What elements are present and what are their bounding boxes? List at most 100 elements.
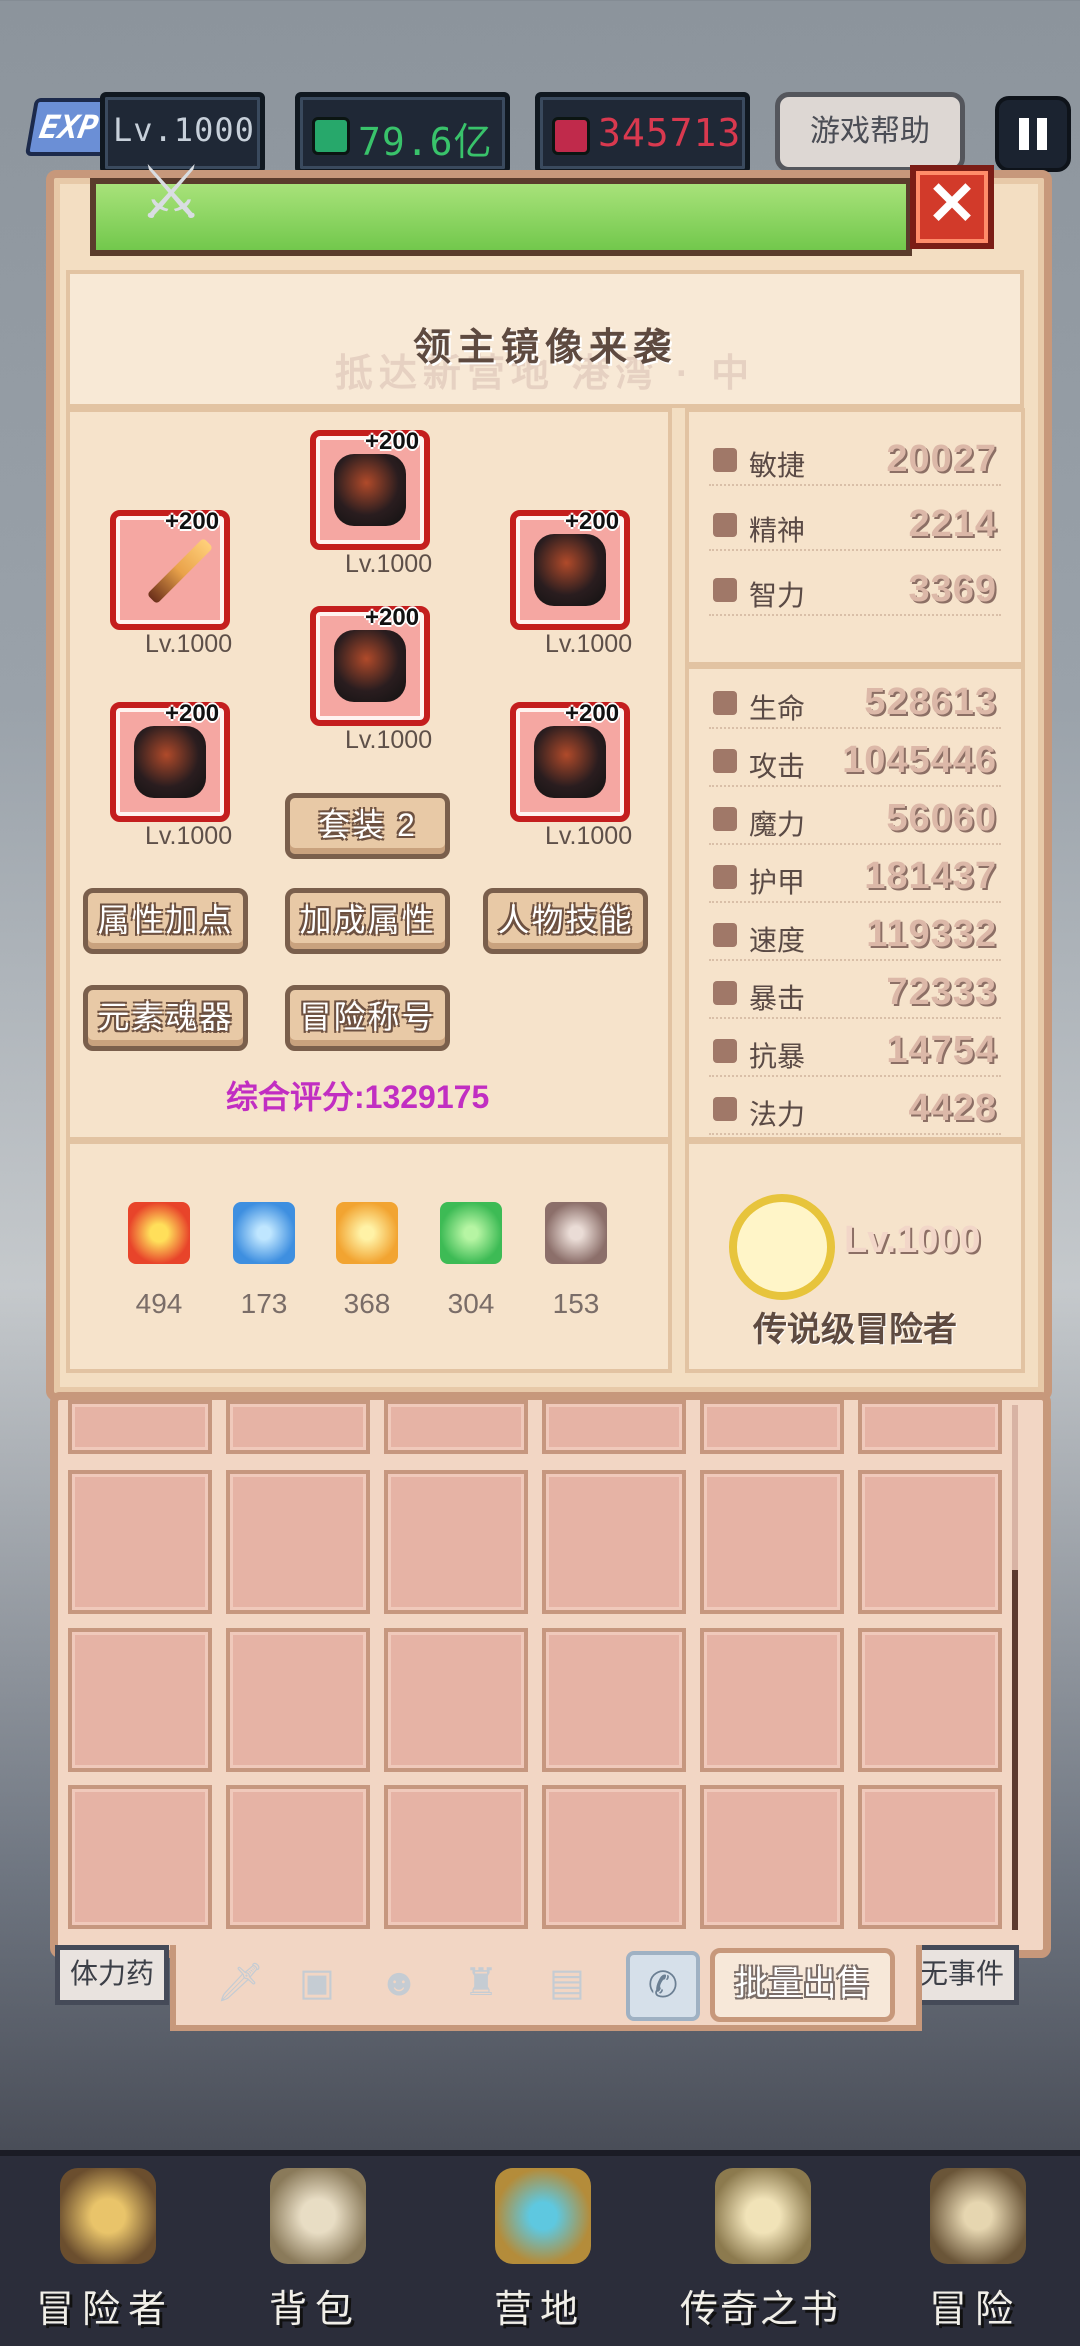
inventory-slot[interactable] [68, 1400, 212, 1454]
inventory-slot[interactable] [68, 1628, 212, 1772]
stamina-potion-label[interactable]: 体力药 [55, 1945, 170, 2005]
inventory-slot[interactable] [542, 1785, 686, 1929]
misc-filter-icon[interactable]: ✆ [626, 1951, 700, 2021]
stat-row-armor: 护甲 181437 [709, 855, 1001, 903]
inventory-slot[interactable] [858, 1785, 1002, 1929]
wind-icon [440, 1202, 502, 1264]
crit-icon [713, 981, 737, 1005]
inventory-scrollbar-thumb[interactable] [1012, 1570, 1018, 1930]
character-skills-button[interactable]: 人物技能 [483, 888, 648, 954]
legend-book-icon [715, 2168, 811, 2264]
stat-value: 528613 [864, 681, 997, 723]
nav-legend-book[interactable]: 传奇之书 [660, 2160, 860, 2340]
stat-row-spirit: 精神 2214 [709, 503, 1001, 551]
gloves-icon [134, 726, 206, 798]
inventory-slot[interactable] [226, 1785, 370, 1929]
stat-value: 1045446 [842, 739, 997, 781]
inventory-slot[interactable] [542, 1628, 686, 1772]
stat-name: 攻击 [749, 751, 806, 782]
adventurer-icon [60, 2168, 156, 2264]
nav-camp[interactable]: 营地 [440, 2160, 640, 2340]
legend-medal-icon [729, 1194, 835, 1300]
stat-row-crit: 暴击 72333 [709, 971, 1001, 1019]
overall-score: 综合评分:1329175 [226, 1079, 490, 1115]
element-soul-button[interactable]: 元素魂器 [83, 985, 248, 1051]
green-gem-icon [312, 117, 350, 155]
helmet-icon [334, 454, 406, 526]
inventory-slot[interactable] [226, 1470, 370, 1614]
close-button[interactable]: ✕ [910, 165, 994, 249]
helmet-plus: +200 [365, 428, 420, 455]
adventure-title-button[interactable]: 冒险称号 [285, 985, 450, 1051]
stat-row-intellect: 智力 3369 [709, 568, 1001, 616]
water-value: 173 [240, 1288, 288, 1319]
stat-name: 速度 [749, 925, 806, 956]
no-event-label[interactable]: 无事件 [905, 1945, 1020, 2005]
gloves-filter-icon[interactable]: ♜ [458, 1963, 504, 2003]
dialog-title: 领主镜像来袭 [412, 327, 677, 369]
inventory-slot[interactable] [858, 1400, 1002, 1454]
weapon-filter-icon[interactable]: 🗡 [216, 1963, 264, 2003]
shield-icon [713, 865, 737, 889]
armor-icon [334, 630, 406, 702]
nav-camp-label: 营地 [493, 2289, 586, 2331]
inventory-slot[interactable] [700, 1400, 844, 1454]
armor-plus: +200 [365, 604, 420, 631]
nav-backpack[interactable]: 背包 [215, 2160, 415, 2340]
helmet-filter-icon[interactable]: ☻ [376, 1963, 422, 2003]
stat-value: 14754 [886, 1029, 997, 1071]
rank-level: Lv.1000 [844, 1219, 981, 1261]
gloves-level: Lv.1000 [145, 822, 233, 850]
nav-adventure[interactable]: 冒险 [875, 2160, 1075, 2340]
inventory-slot[interactable] [542, 1470, 686, 1614]
stat-row-crit-resist: 抗暴 14754 [709, 1029, 1001, 1077]
inventory-slot[interactable] [700, 1785, 844, 1929]
gloves-plus: +200 [165, 700, 220, 727]
inventory-slot[interactable] [700, 1628, 844, 1772]
inventory-slot[interactable] [384, 1628, 528, 1772]
stat-value: 4428 [908, 1087, 997, 1129]
nav-adventurer[interactable]: 冒险者 [5, 2160, 205, 2340]
gold-display: 79.6亿 [295, 92, 510, 174]
stat-name: 生命 [749, 693, 806, 724]
inventory-slot[interactable] [700, 1470, 844, 1614]
sword-icon [146, 537, 214, 605]
armor-filter-icon[interactable]: ▣ [294, 1963, 340, 2003]
crossed-swords-icon: ⚔ [138, 151, 205, 234]
stat-row-magic: 魔力 56060 [709, 797, 1001, 845]
inventory-slot[interactable] [384, 1785, 528, 1929]
inventory-slot[interactable] [68, 1785, 212, 1929]
player-level: Lv.1000 [113, 111, 255, 149]
skull-icon [545, 1202, 607, 1264]
inventory-slot[interactable] [384, 1470, 528, 1614]
inventory-slot[interactable] [858, 1628, 1002, 1772]
stat-name: 魔力 [749, 809, 806, 840]
set-button[interactable]: 套装 2 [285, 793, 450, 859]
inventory-slot[interactable] [68, 1470, 212, 1614]
stat-name: 精神 [749, 515, 806, 546]
boots-icon [534, 726, 606, 798]
pause-icon-bar [1037, 118, 1047, 150]
boots-filter-icon[interactable]: ▤ [544, 1963, 590, 2003]
inventory-slot[interactable] [858, 1470, 1002, 1614]
heart-icon [713, 691, 737, 715]
inventory-slot[interactable] [542, 1400, 686, 1454]
stat-row-hp: 生命 528613 [709, 681, 1001, 729]
boot-icon [713, 923, 737, 947]
backpack-icon [270, 2168, 366, 2264]
batch-sell-button[interactable]: 批量出售 [710, 1948, 895, 2022]
stat-value: 3369 [908, 568, 997, 610]
red-gem-icon [552, 117, 590, 155]
game-help-button[interactable]: 游戏帮助 [775, 92, 965, 172]
bonus-attributes-button[interactable]: 加成属性 [285, 888, 450, 954]
stat-name: 智力 [749, 580, 806, 611]
boots-plus: +200 [565, 700, 620, 727]
shield-plus: +200 [565, 508, 620, 535]
helmet-level: Lv.1000 [345, 550, 433, 578]
inventory-slot[interactable] [384, 1400, 528, 1454]
attribute-points-button[interactable]: 属性加点 [83, 888, 248, 954]
inventory-slot[interactable] [226, 1628, 370, 1772]
pause-button[interactable] [995, 96, 1071, 172]
inventory-slot[interactable] [226, 1400, 370, 1454]
rank-panel: Lv.1000 传说级冒险者 [685, 1140, 1025, 1373]
